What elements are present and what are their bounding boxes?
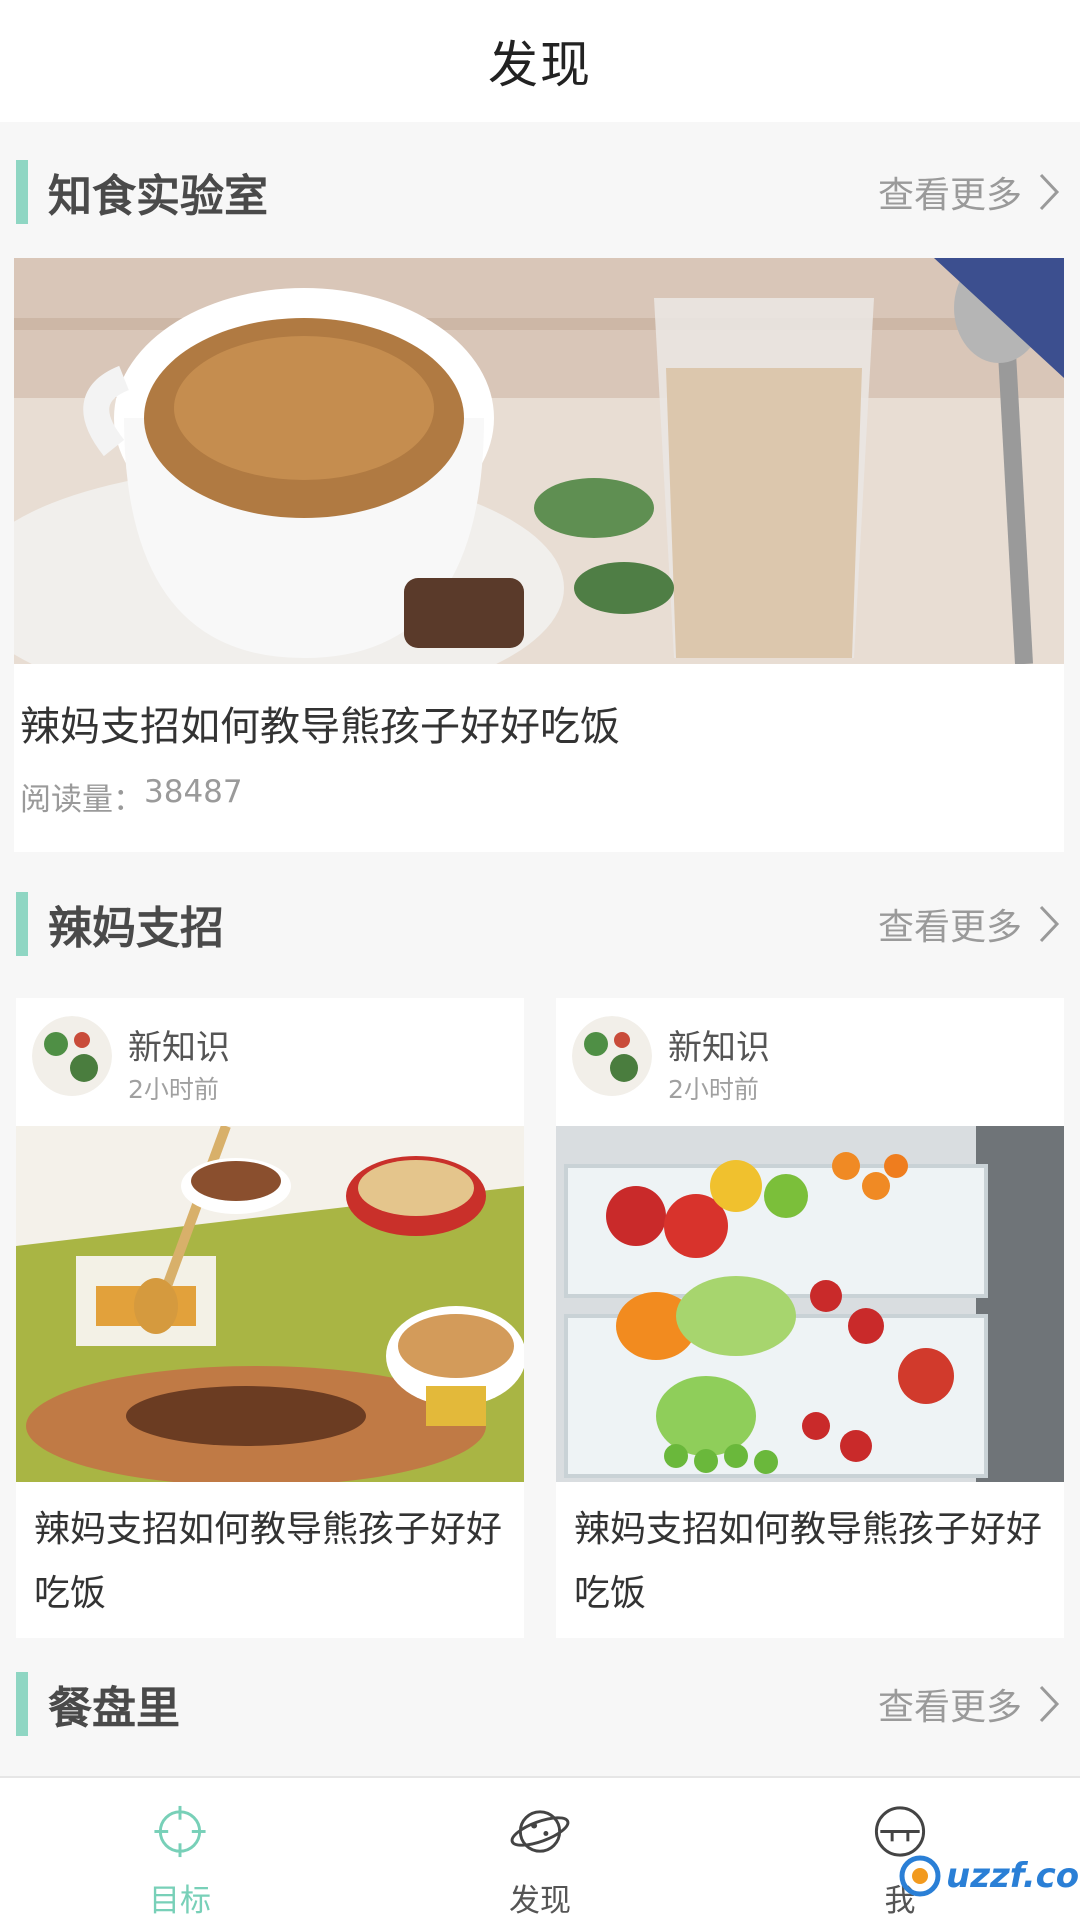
author-avatar bbox=[32, 1016, 112, 1096]
lab-article-title: 辣妈支招如何教导熊孩子好好吃饭 bbox=[20, 704, 620, 750]
section-accent-bar bbox=[16, 1672, 28, 1736]
post-time: 2小时前 bbox=[668, 1075, 759, 1104]
section-title-plate: 餐盘里 bbox=[48, 1683, 180, 1734]
nav-label: 发现 bbox=[509, 1883, 571, 1919]
author-name: 新知识 bbox=[668, 1028, 770, 1068]
view-more-plate-link[interactable]: 查看更多 bbox=[878, 1678, 1060, 1730]
section-title-lab: 知食实验室 bbox=[48, 171, 268, 222]
view-more-lab-link[interactable]: 查看更多 bbox=[878, 166, 1060, 218]
watermark-text: uzzf.com bbox=[946, 1856, 1080, 1896]
author-name: 新知识 bbox=[128, 1028, 230, 1068]
author-avatar bbox=[572, 1016, 652, 1096]
chevron-right-icon bbox=[1039, 1685, 1060, 1723]
nav-item-target[interactable]: 目标 bbox=[0, 1778, 360, 1920]
tip-card-title: 辣妈支招如何教导熊孩子好好吃饭 bbox=[34, 1509, 503, 1614]
nav-label: 目标 bbox=[149, 1883, 211, 1919]
watermark-logo-icon bbox=[899, 1855, 941, 1897]
view-more-label: 查看更多 bbox=[877, 175, 1022, 216]
tip-card[interactable]: 新知识 2小时前 辣妈支招如何教导熊孩子好好吃饭 bbox=[556, 998, 1064, 1638]
chevron-right-icon bbox=[1039, 905, 1060, 943]
bottom-nav: 目标 发现 我 bbox=[0, 1776, 1080, 1920]
section-accent-bar bbox=[16, 892, 28, 956]
target-icon bbox=[154, 1805, 206, 1858]
tip-card-title: 辣妈支招如何教导熊孩子好好吃饭 bbox=[574, 1509, 1043, 1614]
section-title-tips: 辣妈支招 bbox=[48, 903, 224, 954]
profile-icon bbox=[874, 1806, 926, 1857]
view-more-label: 查看更多 bbox=[877, 1687, 1022, 1728]
read-count-label: 阅读量： bbox=[20, 782, 144, 818]
view-more-label: 查看更多 bbox=[877, 907, 1022, 948]
read-count-value: 38487 bbox=[144, 774, 243, 810]
section-header-lab: 知食实验室 查看更多 bbox=[0, 152, 1080, 232]
post-time: 2小时前 bbox=[128, 1075, 219, 1104]
section-header-tips: 辣妈支招 查看更多 bbox=[0, 884, 1080, 964]
coffee-milk-photo bbox=[14, 258, 1064, 664]
tip-card[interactable]: 新知识 2小时前 辣妈支招如何教导熊孩子好好吃饭 bbox=[16, 998, 524, 1638]
watermark: uzzf.com bbox=[898, 1854, 1080, 1898]
planet-icon bbox=[510, 1810, 570, 1853]
nav-item-me[interactable]: 我 bbox=[720, 1778, 1080, 1920]
lab-article-card[interactable]: 辣妈支招如何教导熊孩子好好吃饭 阅读量： 38487 bbox=[14, 258, 1064, 852]
read-count: 阅读量： 38487 bbox=[20, 774, 243, 819]
page-title: 发现 bbox=[488, 36, 592, 94]
nav-item-discover[interactable]: 发现 bbox=[360, 1778, 720, 1920]
nuts-honey-photo bbox=[16, 1126, 524, 1482]
section-accent-bar bbox=[16, 160, 28, 224]
section-header-plate: 餐盘里 查看更多 bbox=[0, 1664, 1080, 1744]
view-more-tips-link[interactable]: 查看更多 bbox=[878, 898, 1060, 950]
top-bar: 发现 bbox=[0, 0, 1080, 122]
fridge-vegetables-photo bbox=[556, 1126, 1064, 1482]
chevron-right-icon bbox=[1039, 173, 1060, 211]
